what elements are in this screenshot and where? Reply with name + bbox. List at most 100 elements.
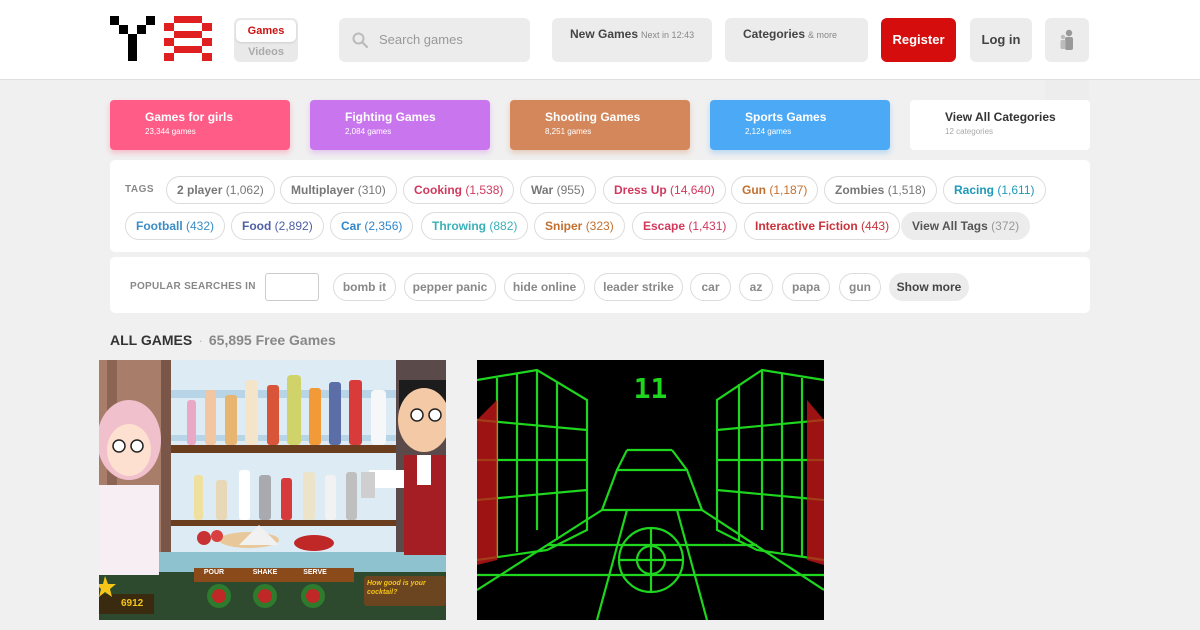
- category-name: View All Categories: [945, 110, 1056, 124]
- tag-car[interactable]: Car (2,356): [330, 212, 414, 240]
- tag-football[interactable]: Football (432): [125, 212, 226, 240]
- tag-count: (432): [186, 219, 215, 233]
- category-card-fighting[interactable]: Fighting Games 2,084 games: [310, 100, 490, 150]
- popular-search-item[interactable]: papa: [782, 273, 830, 301]
- tag-name: Zombies: [835, 183, 885, 197]
- popular-search-item[interactable]: hide online: [504, 273, 585, 301]
- category-count: 2,124 games: [745, 127, 792, 136]
- tag-name: Racing: [954, 183, 995, 197]
- tag-name: Dress Up: [614, 183, 667, 197]
- tag-name: Sniper: [545, 219, 583, 233]
- serve-button: SERVE: [303, 569, 327, 576]
- game-thumbnail-slope[interactable]: 11: [477, 360, 824, 620]
- tags-label: TAGS: [125, 184, 155, 195]
- tag-multiplayer[interactable]: Multiplayer (310): [280, 176, 397, 204]
- categories-button[interactable]: Categories & more: [725, 18, 868, 62]
- shake-button: SHAKE: [252, 569, 278, 576]
- separator-dot: ·: [198, 332, 203, 348]
- tag-food[interactable]: Food (2,892): [231, 212, 324, 240]
- tag-count: (1,611): [997, 183, 1035, 197]
- tag-name: 2 player: [177, 183, 223, 197]
- category-card-girls[interactable]: Games for girls 23,344 games: [110, 100, 290, 150]
- user-icon: [1060, 29, 1073, 50]
- game-score: 6912: [121, 598, 144, 609]
- tag-count: (323): [585, 219, 614, 233]
- tag-count: (955): [556, 183, 585, 197]
- popular-search-item[interactable]: gun: [839, 273, 881, 301]
- tag-count: (1,431): [688, 219, 727, 233]
- all-games-heading: ALL GAMES · 65,895 Free Games: [110, 332, 336, 348]
- tag-sniper[interactable]: Sniper (323): [534, 212, 625, 240]
- categories-label: Categories: [743, 27, 806, 41]
- pour-button: POUR: [203, 569, 225, 576]
- tag-count: (1,187): [769, 183, 808, 197]
- categories-sub: & more: [808, 30, 838, 40]
- category-count: 2,084 games: [345, 127, 392, 136]
- login-button[interactable]: Log in: [970, 18, 1032, 62]
- popular-searches-panel: POPULAR SEARCHES IN bomb it pepper panic…: [110, 257, 1090, 313]
- tags-panel: TAGS 2 player (1,062) Multiplayer (310) …: [110, 160, 1090, 252]
- show-more-button[interactable]: Show more: [889, 273, 969, 301]
- popular-search-item[interactable]: pepper panic: [404, 273, 496, 301]
- new-games-button[interactable]: New Games Next in 12:43: [552, 18, 712, 62]
- tag-count: (372): [991, 219, 1020, 233]
- tag-2-player[interactable]: 2 player (1,062): [166, 176, 275, 204]
- category-name: Games for girls: [145, 110, 234, 124]
- game-caption: How good is your cocktail?: [367, 580, 426, 596]
- tag-count: (443): [861, 219, 890, 233]
- tag-name: War: [531, 183, 554, 197]
- toggle-games[interactable]: Games: [236, 20, 296, 42]
- category-card-shooting[interactable]: Shooting Games 8,251 games: [510, 100, 690, 150]
- popular-search-item[interactable]: bomb it: [333, 273, 396, 301]
- tag-cooking[interactable]: Cooking (1,538): [403, 176, 515, 204]
- tag-count: (14,640): [670, 183, 715, 197]
- search-icon: [352, 32, 368, 48]
- games-videos-toggle[interactable]: Games Videos: [234, 18, 298, 62]
- new-games-timer: Next in 12:43: [641, 30, 695, 40]
- tag-name: Interactive Fiction: [755, 219, 858, 233]
- tag-name: Escape: [643, 219, 686, 233]
- category-card-view-all[interactable]: View All Categories 12 categories: [910, 100, 1090, 150]
- toggle-videos[interactable]: Videos: [234, 44, 298, 60]
- tag-name: Cooking: [414, 183, 462, 197]
- tag-name: Multiplayer: [291, 183, 355, 197]
- tag-count: (882): [489, 219, 518, 233]
- tag-throwing[interactable]: Throwing (882): [421, 212, 529, 240]
- header: Games Videos Search games New Games Next …: [0, 0, 1200, 80]
- tag-war[interactable]: War (955): [520, 176, 596, 204]
- site-logo[interactable]: [110, 16, 212, 61]
- category-name: Sports Games: [745, 110, 827, 124]
- category-card-sports[interactable]: Sports Games 2,124 games: [710, 100, 890, 150]
- search-box[interactable]: Search games: [339, 18, 530, 62]
- search-placeholder: Search games: [379, 32, 463, 47]
- tag-name: Throwing: [432, 219, 486, 233]
- tag-count: (2,892): [274, 219, 313, 233]
- tag-count: (310): [357, 183, 386, 197]
- tag-count: (1,062): [225, 183, 264, 197]
- tag-name: Football: [136, 219, 183, 233]
- view-all-tags-button[interactable]: View All Tags (372): [901, 212, 1031, 240]
- tag-name: Gun: [742, 183, 766, 197]
- category-count: 8,251 games: [545, 127, 592, 136]
- game-thumbnail-bartender[interactable]: 6912 POUR SHAKE SERVE How good is your c…: [99, 360, 446, 620]
- tag-count: (2,356): [364, 219, 403, 233]
- tag-zombies[interactable]: Zombies (1,518): [824, 176, 937, 204]
- category-count: 23,344 games: [145, 127, 196, 136]
- tag-dress-up[interactable]: Dress Up (14,640): [603, 176, 726, 204]
- popular-search-item[interactable]: az: [739, 273, 773, 301]
- category-count: 12 categories: [945, 127, 994, 136]
- tag-racing[interactable]: Racing (1,611): [943, 176, 1046, 204]
- tag-escape[interactable]: Escape (1,431): [632, 212, 738, 240]
- popular-search-item[interactable]: leader strike: [594, 273, 683, 301]
- tag-interactive-fiction[interactable]: Interactive Fiction (443): [744, 212, 901, 240]
- tag-name: Food: [242, 219, 272, 233]
- register-button[interactable]: Register: [881, 18, 956, 62]
- all-games-count: 65,895 Free Games: [208, 332, 336, 348]
- category-name: Fighting Games: [345, 110, 436, 124]
- popular-search-item[interactable]: car: [690, 273, 731, 301]
- all-games-title: ALL GAMES: [110, 332, 193, 348]
- tag-name: Car: [341, 219, 362, 233]
- user-menu-button[interactable]: [1045, 18, 1089, 62]
- popular-searches-region-select[interactable]: [265, 273, 319, 301]
- tag-gun[interactable]: Gun (1,187): [731, 176, 819, 204]
